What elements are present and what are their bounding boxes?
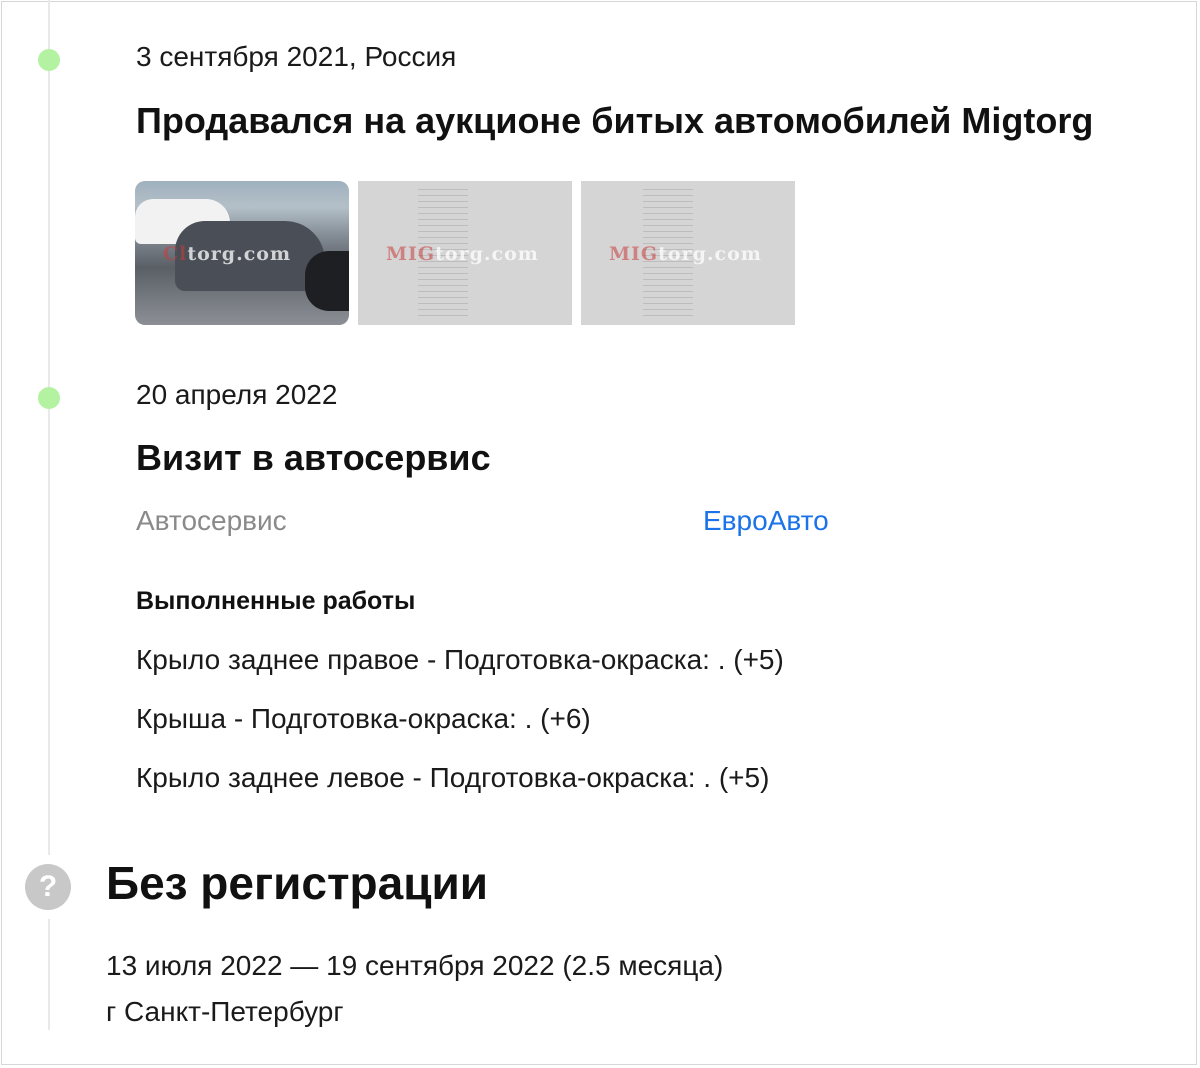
watermark: MIGtorg.com (609, 243, 762, 265)
works-heading: Выполненные работы (136, 587, 416, 615)
service-name-link[interactable]: ЕвроАвто (703, 505, 829, 537)
document-thumbnail[interactable]: MIGtorg.com (358, 181, 572, 325)
registration-title: Без регистрации (106, 857, 489, 909)
service-label: Автосервис (136, 505, 287, 536)
registration-city: г Санкт-Петербург (106, 996, 344, 1027)
event-title: Визит в автосервис (136, 437, 491, 478)
event-date: 20 апреля 2022 (136, 379, 338, 410)
car-photo-thumbnail[interactable]: Cltorg.com (135, 181, 349, 325)
timeline-dot (38, 49, 60, 71)
watermark: Cltorg.com (163, 243, 292, 265)
work-item: Крыша - Подготовка-окраска: . (+6) (136, 703, 591, 734)
work-item: Крыло заднее левое - Подготовка-окраска:… (136, 762, 770, 793)
question-icon: ? (25, 864, 71, 910)
event-date: 3 сентября 2021, Россия (136, 41, 457, 72)
car-shape (305, 251, 349, 311)
document-thumbnail[interactable]: MIGtorg.com (581, 181, 795, 325)
watermark: MIGtorg.com (386, 243, 539, 265)
registration-status-icon: ? (16, 855, 80, 919)
timeline-dot (38, 387, 60, 409)
registration-period: 13 июля 2022 — 19 сентября 2022 (2.5 мес… (106, 950, 724, 981)
work-item: Крыло заднее правое - Подготовка-окраска… (136, 644, 784, 675)
event-title: Продавался на аукционе битых автомобилей… (136, 100, 1094, 141)
photo-gallery: Cltorg.com MIGtorg.com MIGtorg.com (135, 181, 795, 325)
